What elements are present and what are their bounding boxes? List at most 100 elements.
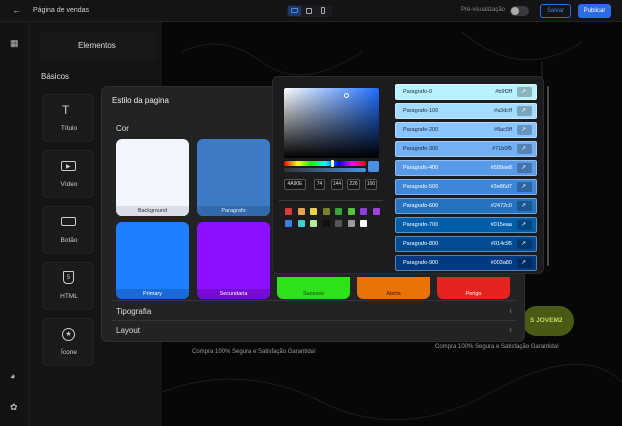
section-typography[interactable]: Tipografia ‹ — [112, 304, 516, 318]
element-html[interactable]: 5 HTML — [42, 262, 94, 310]
shade-row[interactable]: Paragrafo-300 #71b0f5 ↗ — [395, 141, 537, 157]
hue-handle[interactable] — [331, 160, 334, 167]
gear-icon[interactable]: ✿ — [10, 402, 18, 413]
element-title[interactable]: T Título — [42, 94, 94, 142]
preset-swatch[interactable] — [335, 208, 342, 215]
tablet-icon[interactable] — [306, 8, 312, 14]
swatch-secondary[interactable]: Secundaria — [197, 222, 270, 299]
shade-name: Paragrafo-800 — [403, 241, 439, 247]
saturation-handle[interactable] — [344, 93, 349, 98]
top-bar: ← Página de vendas Pré-visualização Salv… — [0, 0, 622, 22]
external-link-icon[interactable]: ↗ — [517, 201, 532, 211]
preset-swatch[interactable] — [297, 220, 305, 227]
device-switcher — [286, 5, 332, 17]
mobile-icon[interactable] — [321, 7, 325, 14]
preset-swatch[interactable] — [347, 220, 355, 227]
shade-name: Paragrafo-900 — [403, 260, 439, 266]
r-input[interactable]: 74 — [314, 179, 325, 190]
swatch-paragraph[interactable]: Paragrafo — [197, 139, 270, 216]
external-link-icon[interactable]: ↗ — [517, 220, 532, 230]
star-icon: ★ — [62, 328, 75, 341]
element-label: Ícone — [61, 349, 77, 356]
swatch-label: Secundaria — [197, 289, 270, 299]
shade-row[interactable]: Paragrafo-400 #589ae8 ↗ — [395, 160, 537, 176]
external-link-icon[interactable]: ↗ — [517, 106, 532, 116]
shade-row[interactable]: Paragrafo-600 #2472c0 ↗ — [395, 198, 537, 214]
preset-swatch[interactable] — [372, 208, 380, 215]
scrollbar[interactable] — [547, 86, 549, 266]
preset-swatch[interactable] — [322, 208, 330, 215]
preset-swatch[interactable] — [285, 220, 292, 227]
grid-icon[interactable]: ▦ — [10, 38, 19, 49]
element-label: Vídeo — [60, 181, 78, 188]
shade-hex: #003a80 — [490, 260, 512, 266]
shade-row[interactable]: Paragrafo-500 #3e86d7 ↗ — [395, 179, 537, 195]
shade-row[interactable]: Paragrafo-800 #014c95 ↗ — [395, 236, 537, 252]
preset-swatch[interactable] — [310, 220, 317, 227]
shade-row[interactable]: Paragrafo-200 #8ac5ff ↗ — [395, 122, 537, 138]
external-link-icon[interactable]: ↗ — [517, 239, 532, 249]
shade-row[interactable]: Paragrafo-700 #015eaa ↗ — [395, 217, 537, 233]
cta-label: S JOVEM2 — [530, 317, 563, 324]
swatch-alert[interactable]: Alerta — [357, 277, 430, 299]
preset-swatch[interactable] — [360, 208, 367, 215]
preset-swatch[interactable] — [285, 208, 292, 215]
saturation-area[interactable] — [284, 88, 379, 158]
preset-swatch[interactable] — [360, 220, 367, 227]
alpha-slider[interactable] — [284, 168, 366, 172]
preset-swatch[interactable] — [310, 208, 317, 215]
swatch-background[interactable]: Background — [116, 139, 189, 216]
external-link-icon[interactable]: ↗ — [517, 258, 532, 268]
color-preview — [368, 161, 379, 172]
shade-name: Paragrafo-0 — [403, 89, 433, 95]
hue-slider[interactable] — [284, 160, 366, 167]
palette-icon[interactable]: ◕ — [10, 371, 15, 381]
external-link-icon[interactable]: ↗ — [517, 125, 532, 135]
external-link-icon[interactable]: ↗ — [517, 163, 532, 173]
preset-swatch[interactable] — [297, 208, 305, 215]
hex-input[interactable]: 4A90E — [284, 179, 306, 190]
shade-name: Paragrafo-700 — [403, 222, 439, 228]
element-label: Botão — [60, 237, 78, 244]
preset-swatch[interactable] — [335, 220, 342, 227]
elements-header-label: Elementos — [78, 41, 116, 50]
shade-name: Paragrafo-600 — [403, 203, 439, 209]
shade-name: Paragrafo-100 — [403, 108, 439, 114]
section-color: Cor — [116, 124, 129, 133]
b-input[interactable]: 226 — [347, 179, 360, 190]
preset-swatch[interactable] — [322, 220, 330, 227]
publish-button[interactable]: Publicar — [578, 4, 611, 18]
swatch-primary[interactable]: Primary — [116, 222, 189, 299]
a-input[interactable]: 100 — [365, 179, 377, 190]
shade-hex: #3e86d7 — [490, 184, 512, 190]
swatch-label: Background — [116, 206, 189, 216]
save-button[interactable]: Salvar — [540, 4, 571, 18]
swatch-danger[interactable]: Perigo — [437, 277, 510, 299]
shade-row[interactable]: Paragrafo-900 #003a80 ↗ — [395, 255, 537, 271]
element-video[interactable]: ▶ Vídeo — [42, 150, 94, 198]
external-link-icon[interactable]: ↗ — [517, 182, 532, 192]
section-layout[interactable]: Layout ‹ — [112, 323, 516, 337]
element-label: HTML — [60, 293, 78, 300]
swatch-success[interactable]: Sucesso — [277, 277, 350, 299]
preset-swatch[interactable] — [347, 208, 355, 215]
guarantee-text-left: Compra 100% Segura e Satisfação Garantid… — [192, 349, 316, 355]
back-arrow-icon[interactable]: ← — [12, 5, 21, 15]
preview-toggle[interactable] — [510, 6, 529, 16]
shade-hex: #a3dcff — [494, 108, 512, 114]
divider — [112, 320, 516, 321]
desktop-icon[interactable] — [288, 6, 301, 16]
shade-name: Paragrafo-300 — [403, 146, 439, 152]
external-link-icon[interactable]: ↗ — [517, 87, 532, 97]
g-input[interactable]: 144 — [331, 179, 343, 190]
shade-row[interactable]: Paragrafo-0 #b9f2ff ↗ — [395, 84, 537, 100]
swatch-label: Perigo — [465, 291, 482, 297]
external-link-icon[interactable]: ↗ — [517, 144, 532, 154]
section-layout-label: Layout — [116, 326, 141, 335]
section-basics: Básicos — [41, 72, 70, 81]
divider — [112, 300, 516, 301]
element-button[interactable]: Botão — [42, 206, 94, 254]
cta-button[interactable]: S JOVEM2 — [522, 306, 574, 336]
element-icon[interactable]: ★ Ícone — [42, 318, 94, 366]
shade-row[interactable]: Paragrafo-100 #a3dcff ↗ — [395, 103, 537, 119]
